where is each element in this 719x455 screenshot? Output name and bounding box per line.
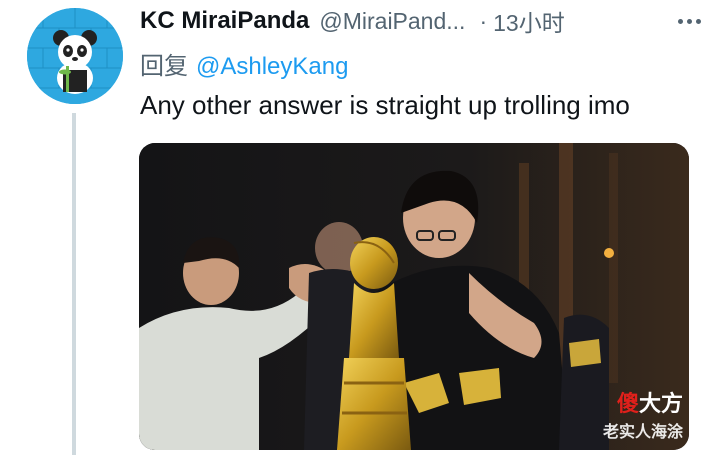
watermark-brand-a: 傻 <box>616 391 639 416</box>
reply-prefix: 回复 <box>140 53 188 80</box>
tweet-text: Any other answer is straight up trolling… <box>140 90 630 120</box>
display-name[interactable]: KC MiraiPanda <box>140 7 309 35</box>
watermark: 傻大方 老实人海涂 <box>603 386 683 442</box>
thread-line <box>72 113 76 455</box>
watermark-caption: 老实人海涂 <box>602 424 683 441</box>
watermark-brand-b: 大方 <box>638 391 683 416</box>
separator-dot: · <box>479 7 488 34</box>
panda-avatar-icon <box>27 8 123 104</box>
more-options-icon[interactable] <box>671 5 707 37</box>
tweet-header: KC MiraiPanda @MiraiPand... · 13小时 <box>140 5 719 37</box>
avatar[interactable] <box>27 8 123 104</box>
reply-mention-link[interactable]: @AshleyKang <box>196 53 348 80</box>
user-handle[interactable]: @MiraiPand... <box>319 8 465 35</box>
tweet-media-photo[interactable]: 傻大方 老实人海涂 <box>139 143 689 450</box>
reply-context: 回复 @AshleyKang <box>140 46 348 81</box>
timestamp[interactable]: 13小时 <box>493 4 565 38</box>
